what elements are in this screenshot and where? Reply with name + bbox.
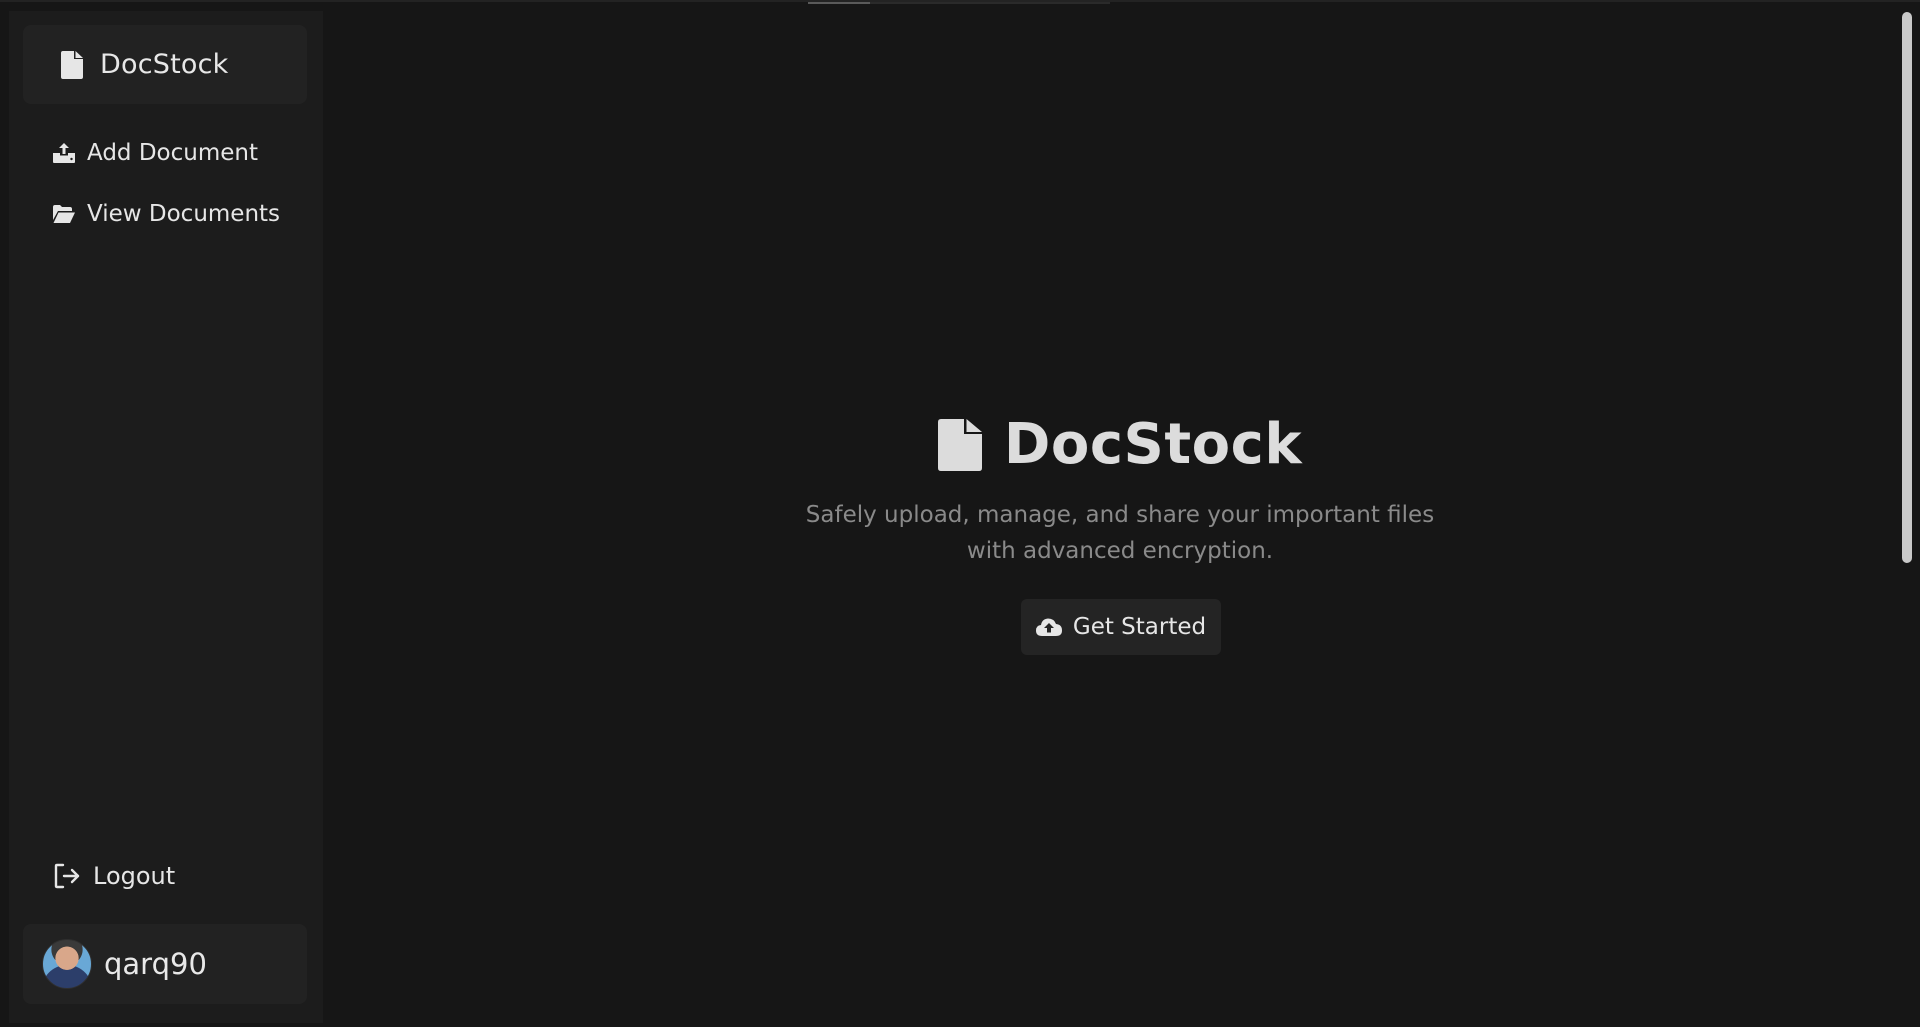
- brand-link[interactable]: DocStock: [23, 25, 307, 104]
- cloud-upload-icon: [1035, 618, 1062, 636]
- brand-name: DocStock: [100, 49, 229, 80]
- hero-subtitle: Safely upload, manage, and share your im…: [330, 497, 1910, 569]
- sidebar-item-view-documents[interactable]: View Documents: [23, 191, 307, 237]
- folder-open-icon: [53, 204, 75, 224]
- main-content: DocStock Safely upload, manage, and shar…: [330, 2, 1902, 1027]
- file-icon: [61, 50, 83, 79]
- hero-heading: DocStock: [330, 412, 1910, 477]
- sidebar-item-add-document[interactable]: Add Document: [23, 130, 307, 176]
- scrollbar-thumb[interactable]: [1902, 12, 1912, 563]
- sidebar-item-label: View Documents: [87, 201, 281, 227]
- avatar: [42, 939, 92, 989]
- username: qarq90: [104, 947, 207, 981]
- get-started-button[interactable]: Get Started: [1021, 599, 1221, 655]
- file-icon: [937, 418, 982, 471]
- sign-out-icon: [53, 862, 81, 890]
- logout-label: Logout: [93, 862, 176, 890]
- app-window: DocStock Add Document View Documents Log…: [0, 0, 1920, 1027]
- user-profile[interactable]: qarq90: [23, 924, 307, 1004]
- sidebar-item-label: Add Document: [87, 140, 258, 166]
- hero-title: DocStock: [1003, 412, 1303, 477]
- get-started-label: Get Started: [1072, 614, 1207, 640]
- upload-tray-icon: [53, 143, 75, 163]
- sidebar: DocStock Add Document View Documents Log…: [9, 11, 323, 1023]
- hero-subtitle-line-1: Safely upload, manage, and share your im…: [805, 502, 1435, 528]
- hero-subtitle-line-2: with advanced encryption.: [966, 538, 1274, 564]
- logout-button[interactable]: Logout: [23, 853, 307, 899]
